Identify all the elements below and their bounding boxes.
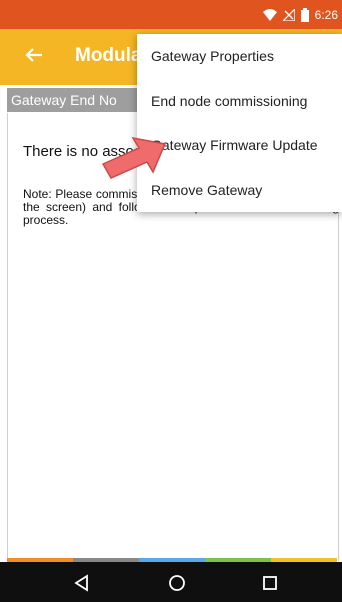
status-bar: 6:26: [0, 0, 342, 29]
wifi-icon: [262, 8, 277, 21]
menu-item-gateway-properties[interactable]: Gateway Properties: [137, 34, 342, 79]
back-triangle-icon[interactable]: [71, 572, 93, 594]
navigation-bar: [0, 562, 342, 602]
status-icons: 6:26: [262, 0, 338, 29]
arrow-back-icon[interactable]: [22, 43, 46, 67]
signal-icon: [282, 8, 295, 21]
menu-item-end-node-commissioning[interactable]: End node commissioning: [137, 79, 342, 124]
recents-square-icon[interactable]: [259, 572, 281, 594]
status-time: 6:26: [314, 7, 338, 22]
pointer-arrow-icon: [101, 136, 167, 179]
home-circle-icon[interactable]: [166, 572, 188, 594]
section-header: Gateway End No: [7, 88, 141, 112]
battery-icon: [300, 7, 309, 22]
app-title: Modula: [75, 45, 142, 66]
